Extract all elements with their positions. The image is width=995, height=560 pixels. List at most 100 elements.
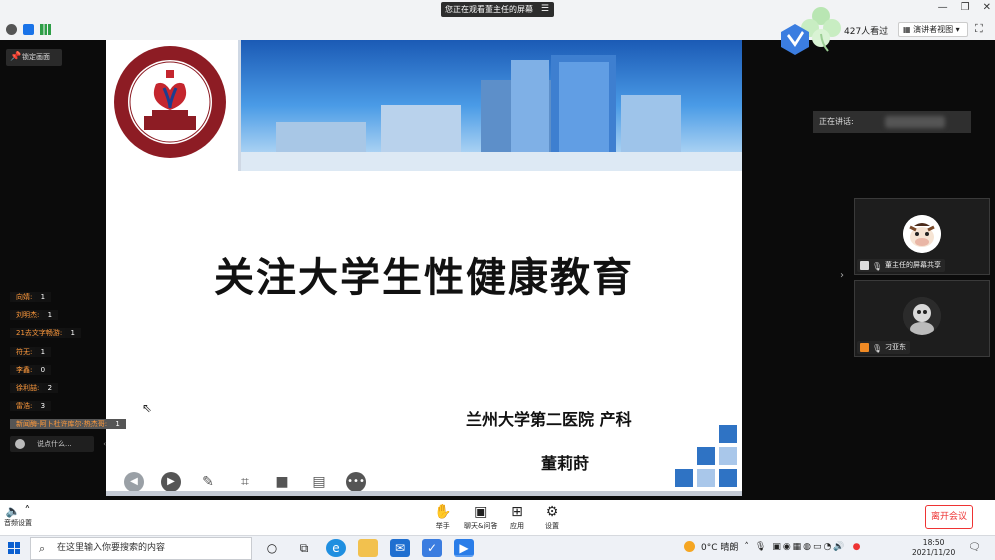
slide-toolbar: ◀ ▶ ✎ ⌗ ■ ▤ ••• — [124, 472, 366, 492]
comment-icon[interactable]: ▤ — [309, 472, 329, 492]
chevron-right-icon[interactable]: › — [840, 270, 844, 281]
participant-tile[interactable]: 🎙 刁亚东 — [854, 280, 990, 357]
participant-name-bar: 🎙 董主任的屏幕共享 — [857, 259, 945, 272]
speaker-name-blurred — [885, 116, 945, 128]
microphone-icon: 🎙 — [872, 262, 883, 271]
audio-settings-button[interactable]: 🔈 ˄ 音频设置 — [4, 504, 32, 528]
menu-icon[interactable]: ☰ — [541, 2, 549, 17]
shared-slide: 关注大学生性健康教育 兰州大学第二医院 产科 董莉莳 ◀ ▶ ✎ ⌗ ■ ▤ •… — [106, 40, 742, 496]
status-icons — [6, 24, 51, 35]
play-icon[interactable]: ▶ — [161, 472, 181, 492]
system-clock[interactable]: 18:50 2021/11/20 — [912, 538, 955, 558]
pen-icon[interactable]: ✎ — [198, 472, 218, 492]
chat-text: 1 — [115, 420, 120, 429]
fullscreen-icon[interactable]: ⛶ — [975, 22, 983, 36]
info-icon[interactable] — [6, 24, 17, 35]
close-icon[interactable]: ✕ — [983, 2, 991, 13]
edge-icon[interactable]: e — [326, 539, 346, 557]
speaker-view-label: 演讲者视图 — [913, 25, 954, 34]
weather-sun-icon — [684, 541, 695, 552]
restore-icon[interactable]: ❐ — [961, 2, 970, 13]
tray-app-icons[interactable]: ▣◉▦◍▭◔🔊 — [772, 542, 846, 552]
pin-icon: 📌 — [10, 52, 22, 62]
tray-app-icon[interactable]: ● — [853, 542, 861, 552]
hospital-seal-logo — [114, 46, 226, 158]
viewing-text: 您正在观看董主任的屏幕 — [445, 5, 533, 14]
chat-overlay: 向婧: 1 刘明杰: 1 21去文字畅游: 1 符无: 1 李鑫: 0 徐利喆:… — [10, 290, 126, 436]
tencent-meeting-icon[interactable]: ▶ — [454, 539, 474, 557]
microphone-icon: 🎙 — [872, 344, 883, 353]
prev-icon[interactable]: ◀ — [124, 472, 144, 492]
search-icon: ⌕ — [39, 542, 46, 555]
chat-text: 1 — [40, 293, 46, 301]
participant-name: 董主任的屏幕共享 — [885, 261, 941, 269]
chat-text: 1 — [70, 329, 75, 338]
participant-name: 刁亚东 — [885, 343, 906, 351]
chat-message: 刘明杰: 1 — [10, 308, 126, 326]
raise-hand-label: 举手 — [435, 522, 450, 530]
tray-mic-icon[interactable]: 🎙 — [755, 542, 766, 552]
settings-label: 设置 — [545, 522, 559, 530]
chevron-down-icon: ▾ — [953, 25, 960, 34]
leave-meeting-button[interactable]: 离开会议 — [925, 505, 973, 529]
file-explorer-icon[interactable] — [358, 539, 378, 557]
windows-start-icon[interactable] — [8, 542, 20, 554]
chat-message: 向婧: 1 — [10, 290, 126, 308]
app-logo-icon — [781, 24, 809, 55]
meeting-control-bar: 🔈 ˄ 音频设置 ✋ 举手 ▣ 聊天&问答 ⊞ 应用 ⚙ 设置 — [0, 500, 995, 535]
slide-affiliation: 兰州大学第二医院 产科 — [466, 410, 632, 429]
decor-square — [697, 469, 715, 487]
decor-square — [675, 469, 693, 487]
chat-text: 3 — [40, 402, 46, 411]
taskbar-search-input[interactable]: ⌕ 在这里输入你要搜索的内容 — [30, 537, 252, 560]
chat-message: 符无: 1 — [10, 345, 126, 363]
apps-button[interactable]: ⊞ 应用 — [510, 503, 524, 531]
chat-message: 徐利喆: 2 — [10, 381, 126, 399]
participant-name-bar: 🎙 刁亚东 — [857, 341, 910, 354]
emoji-icon[interactable] — [15, 439, 25, 449]
screen-share-icon — [860, 261, 869, 270]
clock-time: 18:50 — [922, 538, 945, 547]
chat-message: 新闻酶-阿卜杜许库尔·热杰哥: 1 — [10, 417, 126, 435]
notification-icon[interactable]: 🗨 — [968, 542, 981, 553]
chat-input[interactable]: 说点什么... ‹ — [10, 436, 106, 452]
decor-square — [697, 447, 715, 465]
meeting-app-icon[interactable]: ✓ — [422, 539, 442, 557]
chat-qa-button[interactable]: ▣ 聊天&问答 — [464, 503, 497, 531]
more-icon[interactable]: ••• — [346, 472, 366, 492]
shield-icon[interactable] — [23, 24, 34, 35]
chat-sender: 新闻酶-阿卜杜许库尔·热杰哥: — [13, 419, 111, 430]
camera-icon[interactable]: ■ — [272, 472, 292, 492]
chat-text: 1 — [47, 311, 53, 320]
participant-tile[interactable]: 🎙 董主任的屏幕共享 — [854, 198, 990, 275]
hospital-building-banner — [241, 40, 742, 171]
signal-icon[interactable] — [40, 24, 51, 35]
chat-text: 1 — [40, 347, 46, 356]
mail-icon[interactable]: ✉ — [390, 539, 410, 557]
windows-taskbar: ⌕ 在这里输入你要搜索的内容 ○ ⧉ e ✉ ✓ ▶ 0°C 晴朗 ˄ 🎙 ▣◉… — [0, 535, 995, 560]
chat-message: 李鑫: 0 — [10, 363, 126, 381]
decor-square — [719, 425, 737, 443]
taskbar-apps: ○ ⧉ e ✉ ✓ ▶ — [262, 539, 474, 557]
task-view-icon[interactable]: ⧉ — [294, 539, 314, 557]
tray-chevron-icon[interactable]: ˄ — [744, 542, 749, 552]
raise-hand-button[interactable]: ✋ 举手 — [434, 503, 451, 531]
chat-qa-label: 聊天&问答 — [464, 522, 498, 530]
chat-sender: 21去文字畅游: — [13, 328, 66, 339]
decor-square — [719, 469, 737, 487]
collapse-chevron-icon[interactable]: ‹ — [103, 436, 106, 452]
slide-title: 关注大学生性健康教育 — [214, 255, 634, 301]
gear-icon: ⚙ — [545, 504, 559, 520]
audio-settings-label: 音频设置 — [4, 519, 32, 527]
avatar — [903, 215, 941, 253]
speaker-view-button[interactable]: ▦ 演讲者视图 ▾ — [898, 22, 968, 37]
photo-avatar-icon — [903, 297, 941, 335]
top-bar: 您正在观看董主任的屏幕 ☰ — ❐ ✕ 427人看过 ▦ 演讲者视图 ▾ ⛶ — [0, 0, 995, 40]
lock-screen-button[interactable]: 📌 锁定画面 — [6, 49, 62, 66]
minimize-icon[interactable]: — — [938, 2, 948, 13]
cortana-icon[interactable]: ○ — [262, 539, 282, 557]
viewing-screen-banner[interactable]: 您正在观看董主任的屏幕 ☰ — [441, 2, 554, 17]
screenshot-icon[interactable]: ⌗ — [235, 472, 255, 492]
speaker-icon: 🔈 ˄ — [5, 504, 31, 518]
settings-button[interactable]: ⚙ 设置 — [545, 503, 559, 531]
